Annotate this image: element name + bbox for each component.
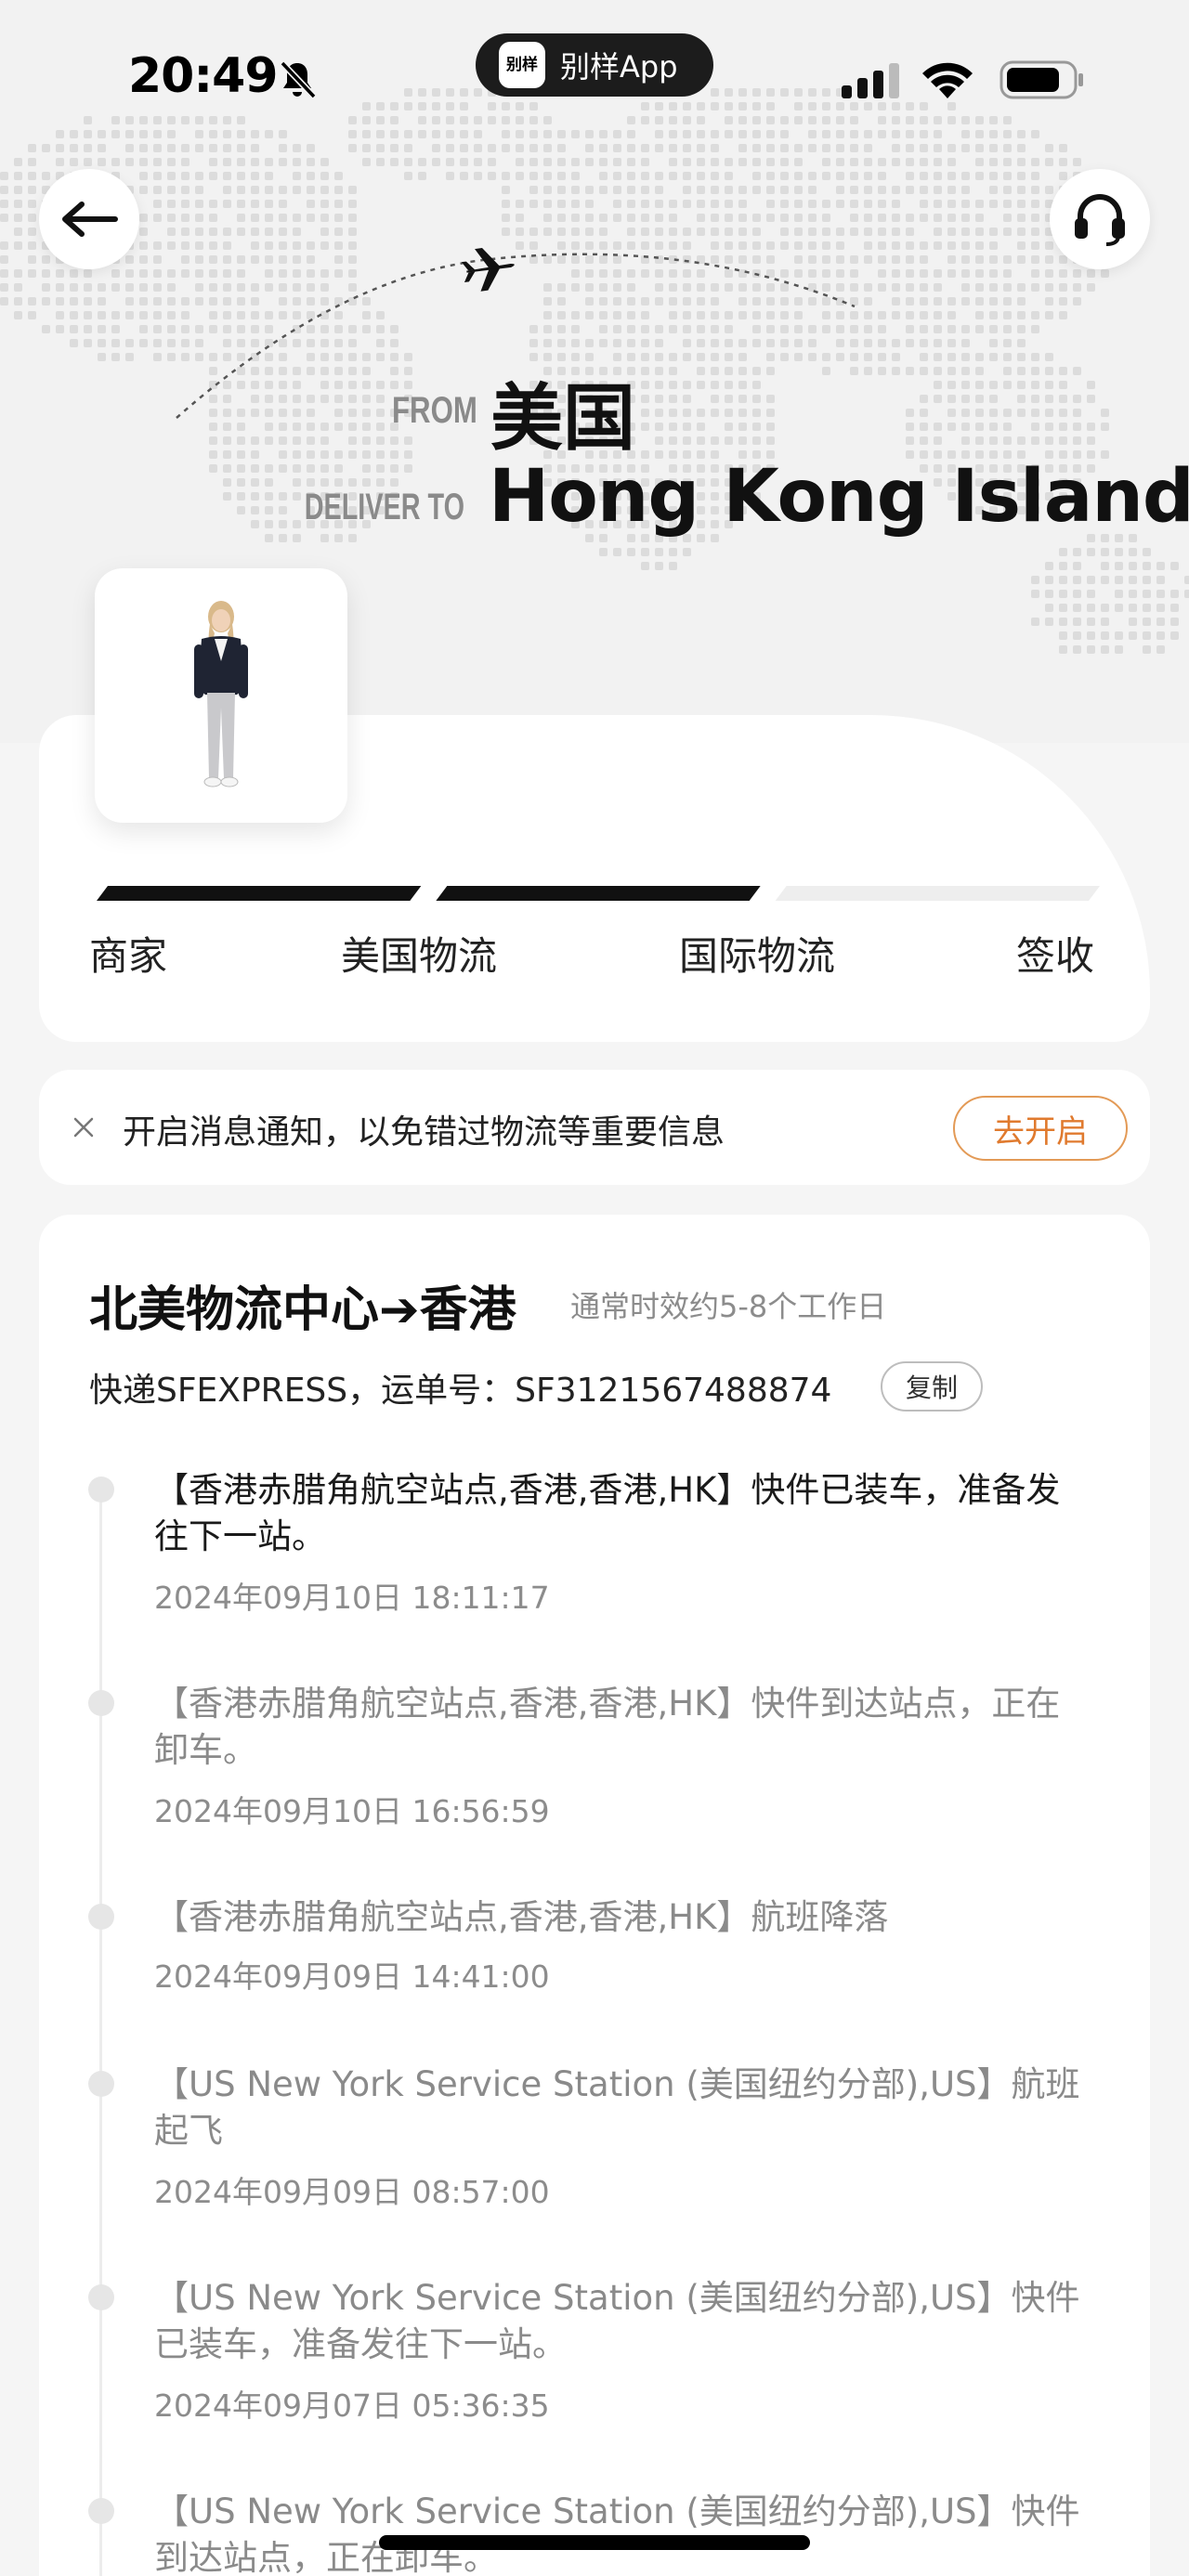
product-model-image	[194, 601, 248, 787]
product-image[interactable]	[95, 568, 347, 823]
event-time: 2024年09月10日 16:56:59	[154, 1793, 550, 1829]
timeline-dot	[88, 1477, 114, 1503]
event-text: 【US New York Service Station (美国纽约分部),US…	[154, 2491, 1080, 2576]
event-time: 2024年09月09日 14:41:00	[154, 1958, 550, 1995]
status-bar: 20:49 别样 别样App	[0, 0, 1189, 139]
airplane-icon	[461, 248, 515, 292]
event-text: 【香港赤腊角航空站点,香港,香港,HK】快件到达站点，正在卸车。	[154, 1684, 1061, 1770]
enable-notifications-button[interactable]: 去开启	[953, 1096, 1128, 1161]
home-indicator[interactable]	[379, 2535, 810, 2550]
timeline-dot	[88, 2498, 114, 2524]
back-button[interactable]	[39, 169, 139, 269]
headset-icon	[1075, 194, 1125, 246]
bell-slash-icon	[280, 60, 317, 99]
progress-segment	[97, 886, 422, 901]
wifi-icon	[922, 62, 973, 98]
step-us-logistics: 美国物流	[341, 933, 498, 979]
step-signed: 签收	[1016, 933, 1095, 979]
progress-segment	[436, 886, 761, 901]
event-text: 【US New York Service Station (美国纽约分部),US…	[154, 2278, 1080, 2364]
delivery-estimate: 通常时效约5-8个工作日	[570, 1289, 887, 1324]
destination: Hong Kong Island	[489, 455, 1189, 539]
timeline-dot	[88, 1690, 114, 1716]
app-logo: 别样	[499, 42, 545, 88]
notification-text: 开启消息通知，以免错过物流等重要信息	[123, 1113, 725, 1151]
app-switch-pill[interactable]: 别样 别样App	[476, 33, 713, 97]
tracking-route-title: 北美物流中心➔香港	[89, 1282, 516, 1338]
step-merchant: 商家	[89, 933, 168, 979]
event-time: 2024年09月09日 08:57:00	[154, 2174, 550, 2210]
close-banner-button[interactable]	[61, 1105, 106, 1150]
close-icon	[73, 1117, 94, 1138]
event-text: 【香港赤腊角航空站点,香港,香港,HK】快件已装车，准备发往下一站。	[154, 1470, 1061, 1556]
origin-country: 美国	[490, 377, 636, 461]
app-name: 别样App	[560, 49, 678, 85]
event-time: 2024年09月07日 05:36:35	[154, 2387, 550, 2424]
timeline-dot	[88, 2284, 114, 2310]
timeline-line	[99, 1490, 102, 2576]
status-time: 20:49	[128, 48, 279, 104]
cellular-signal-icon	[842, 63, 899, 98]
event-text: 【香港赤腊角航空站点,香港,香港,HK】航班降落	[154, 1897, 889, 1937]
customer-service-button[interactable]	[1050, 169, 1150, 269]
notification-banner: 开启消息通知，以免错过物流等重要信息 去开启	[39, 1070, 1150, 1185]
timeline-dot	[88, 2071, 114, 2097]
from-label: FROM	[392, 390, 477, 431]
battery-icon	[1000, 60, 1083, 99]
event-text: 【US New York Service Station (美国纽约分部),US…	[154, 2064, 1080, 2151]
arrow-left-icon	[62, 202, 118, 237]
progress-segment	[775, 886, 1100, 901]
carrier-waybill: 快递SFEXPRESS，运单号：SF3121567488874	[89, 1372, 832, 1410]
progress-segments	[97, 886, 1100, 901]
timeline-dot	[88, 1904, 114, 1930]
copy-waybill-button[interactable]: 复制	[881, 1361, 983, 1412]
event-time: 2024年09月10日 18:11:17	[154, 1580, 550, 1616]
step-international-logistics: 国际物流	[679, 933, 836, 979]
deliver-to-label: DELIVER TO	[304, 487, 464, 527]
